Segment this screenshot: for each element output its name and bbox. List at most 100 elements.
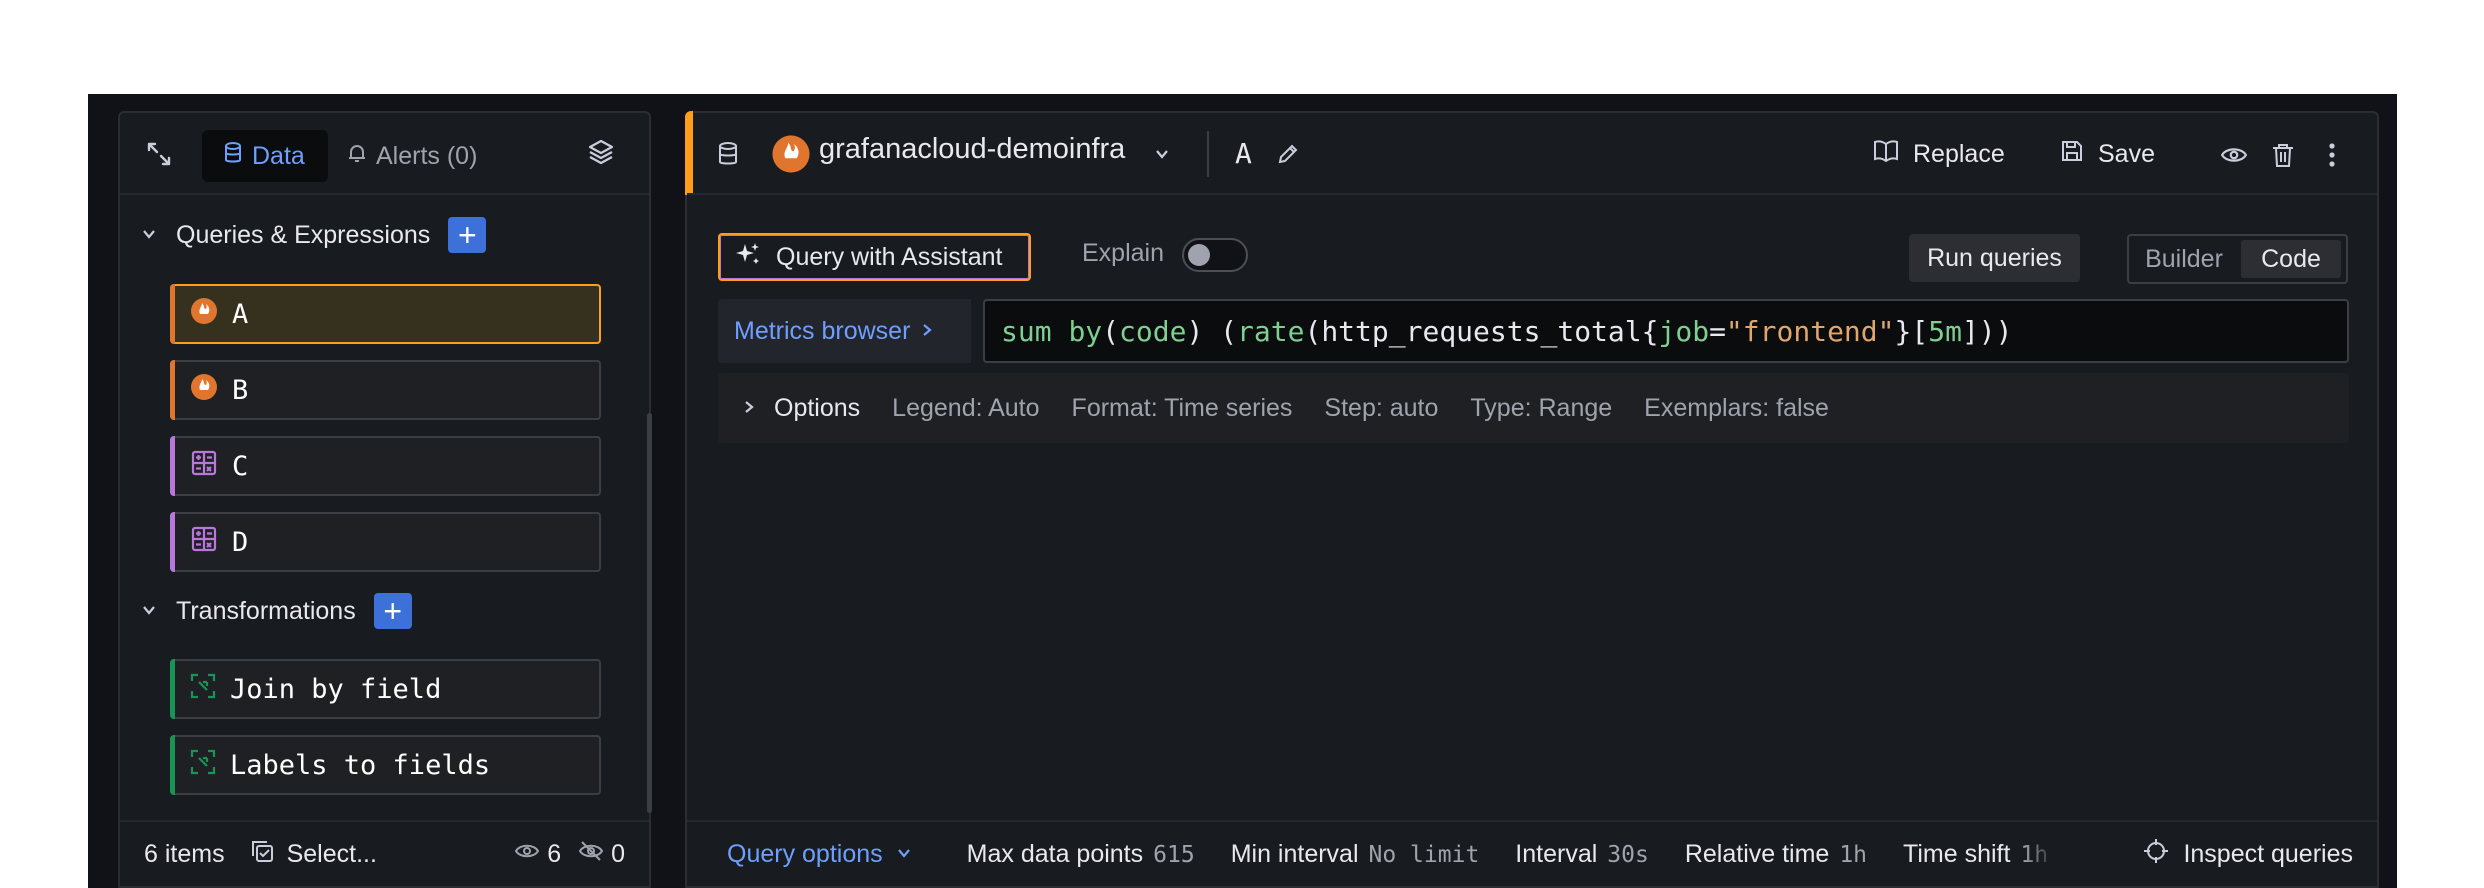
query-token: ])) — [1961, 314, 2013, 348]
query-item-label: C — [232, 450, 249, 482]
max-data-points-value: 615 — [1153, 841, 1195, 868]
options-title: Options — [774, 393, 861, 422]
query-item-d[interactable]: D — [170, 512, 601, 572]
eye-off-icon — [578, 839, 604, 870]
query-editor-header: grafanacloud-demoinfra A Replace Save — [687, 113, 2377, 195]
query-options-label: Query options — [727, 839, 883, 868]
query-options-footer: Query options Max data points 615 Min in… — [687, 820, 2377, 886]
sidebar-scrollbar[interactable] — [647, 413, 652, 813]
query-token: ( — [1102, 314, 1120, 348]
pencil-icon[interactable] — [1273, 139, 1303, 169]
math-expression-icon — [190, 525, 218, 560]
crosshair-icon — [2143, 838, 2169, 871]
eye-icon[interactable] — [2218, 139, 2250, 171]
eye-icon — [515, 839, 540, 870]
query-item-c[interactable]: C — [170, 436, 601, 496]
add-query-button[interactable]: + — [448, 217, 487, 253]
run-queries-button[interactable]: Run queries — [1909, 234, 2080, 282]
tab-data[interactable]: Data — [202, 130, 328, 182]
save-button[interactable]: Save — [2060, 131, 2155, 177]
query-token: job — [1658, 314, 1710, 348]
min-interval-label: Min interval — [1230, 839, 1359, 868]
query-item-label: B — [232, 374, 249, 406]
collapse-icon[interactable] — [142, 137, 176, 171]
query-options-summary[interactable]: Options Legend: Auto Format: Time series… — [718, 373, 2349, 443]
database-icon — [713, 139, 743, 169]
query-item-label: D — [232, 526, 249, 558]
query-with-assistant-button[interactable]: Query with Assistant — [718, 233, 1031, 281]
query-name: A — [1235, 137, 1252, 170]
query-token: "frontend" — [1725, 314, 1895, 348]
transformations-section-header[interactable]: Transformations + — [140, 593, 412, 629]
query-options-button[interactable]: Query options — [727, 840, 913, 869]
option-step: Step: auto — [1324, 393, 1439, 422]
items-count: 6 items — [144, 839, 225, 868]
interval-label: Interval — [1515, 839, 1598, 868]
tab-data-label: Data — [252, 141, 305, 170]
inspect-queries-button[interactable]: Inspect queries — [2143, 838, 2353, 871]
query-item-label: A — [232, 298, 249, 330]
option-type: Type: Range — [1470, 393, 1613, 422]
transformation-item-labels[interactable]: Labels to fields — [170, 735, 601, 795]
save-label: Save — [2098, 139, 2155, 168]
interval: Interval 30s — [1515, 840, 1649, 869]
layers-icon[interactable] — [584, 135, 618, 169]
trash-icon[interactable] — [2267, 139, 2299, 171]
more-vertical-icon[interactable] — [2317, 139, 2347, 171]
transformation-item-label: Join by field — [230, 673, 442, 705]
book-icon — [1873, 138, 1899, 171]
max-data-points-label: Max data points — [966, 839, 1144, 868]
min-interval-value: No limit — [1368, 841, 1480, 868]
option-exemplars: Exemplars: false — [1644, 393, 1829, 422]
chevron-down-icon[interactable] — [140, 221, 158, 250]
relative-time: Relative time 1h — [1685, 840, 1867, 869]
hidden-count[interactable]: 0 — [578, 839, 625, 870]
query-code-input[interactable]: sum by(code) (rate (http_requests_total{j… — [983, 299, 2349, 363]
chevron-right-icon[interactable] — [742, 394, 756, 423]
queries-section-header[interactable]: Queries & Expressions + — [140, 217, 487, 253]
add-transformation-button[interactable]: + — [373, 593, 412, 629]
transformation-item-join[interactable]: Join by field — [170, 659, 601, 719]
query-token: sum — [1001, 314, 1069, 348]
transform-icon — [190, 673, 216, 706]
mode-code[interactable]: Code — [2241, 240, 2341, 278]
query-token: = — [1709, 314, 1726, 348]
toggle-knob — [1188, 244, 1210, 266]
hidden-count-value: 0 — [611, 839, 625, 868]
editor-mode-switch: Builder Code — [2127, 234, 2348, 284]
query-token: 5m — [1928, 314, 1962, 348]
header-divider — [1207, 131, 1209, 177]
min-interval: Min interval No limit — [1231, 840, 1480, 869]
datasource-picker[interactable]: grafanacloud-demoinfra — [819, 133, 1141, 175]
mode-builder[interactable]: Builder — [2133, 240, 2235, 278]
prometheus-icon — [190, 297, 218, 332]
replace-label: Replace — [1913, 139, 2005, 168]
assistant-label: Query with Assistant — [776, 242, 1003, 271]
tab-alerts[interactable]: Alerts (0) — [348, 130, 477, 182]
chevron-down-icon[interactable] — [140, 597, 158, 626]
select-button[interactable]: Select... — [249, 838, 377, 871]
query-item-b[interactable]: B — [170, 360, 601, 420]
replace-button[interactable]: Replace — [1873, 131, 2005, 177]
sparkle-icon — [734, 240, 762, 275]
chevron-right-icon — [920, 317, 934, 346]
option-legend: Legend: Auto — [892, 393, 1040, 422]
prometheus-icon — [190, 373, 218, 408]
queries-section-title: Queries & Expressions — [176, 220, 431, 249]
save-icon — [2060, 139, 2084, 170]
visible-count[interactable]: 6 — [515, 839, 561, 870]
query-token: code — [1119, 314, 1187, 348]
metrics-browser-button[interactable]: Metrics browser — [718, 299, 971, 363]
time-shift-label: Time shift — [1903, 839, 2011, 868]
option-format: Format: Time series — [1071, 393, 1293, 422]
transform-icon — [190, 749, 216, 782]
prometheus-icon — [771, 134, 811, 174]
query-token: by — [1068, 314, 1103, 348]
metrics-browser-label: Metrics browser — [734, 316, 911, 345]
chevron-down-icon[interactable] — [1149, 141, 1175, 167]
copy-select-icon — [249, 838, 275, 871]
select-label: Select... — [286, 839, 377, 868]
transformation-item-label: Labels to fields — [230, 749, 491, 781]
explain-toggle[interactable] — [1182, 238, 1248, 272]
query-item-a[interactable]: A — [170, 284, 601, 344]
